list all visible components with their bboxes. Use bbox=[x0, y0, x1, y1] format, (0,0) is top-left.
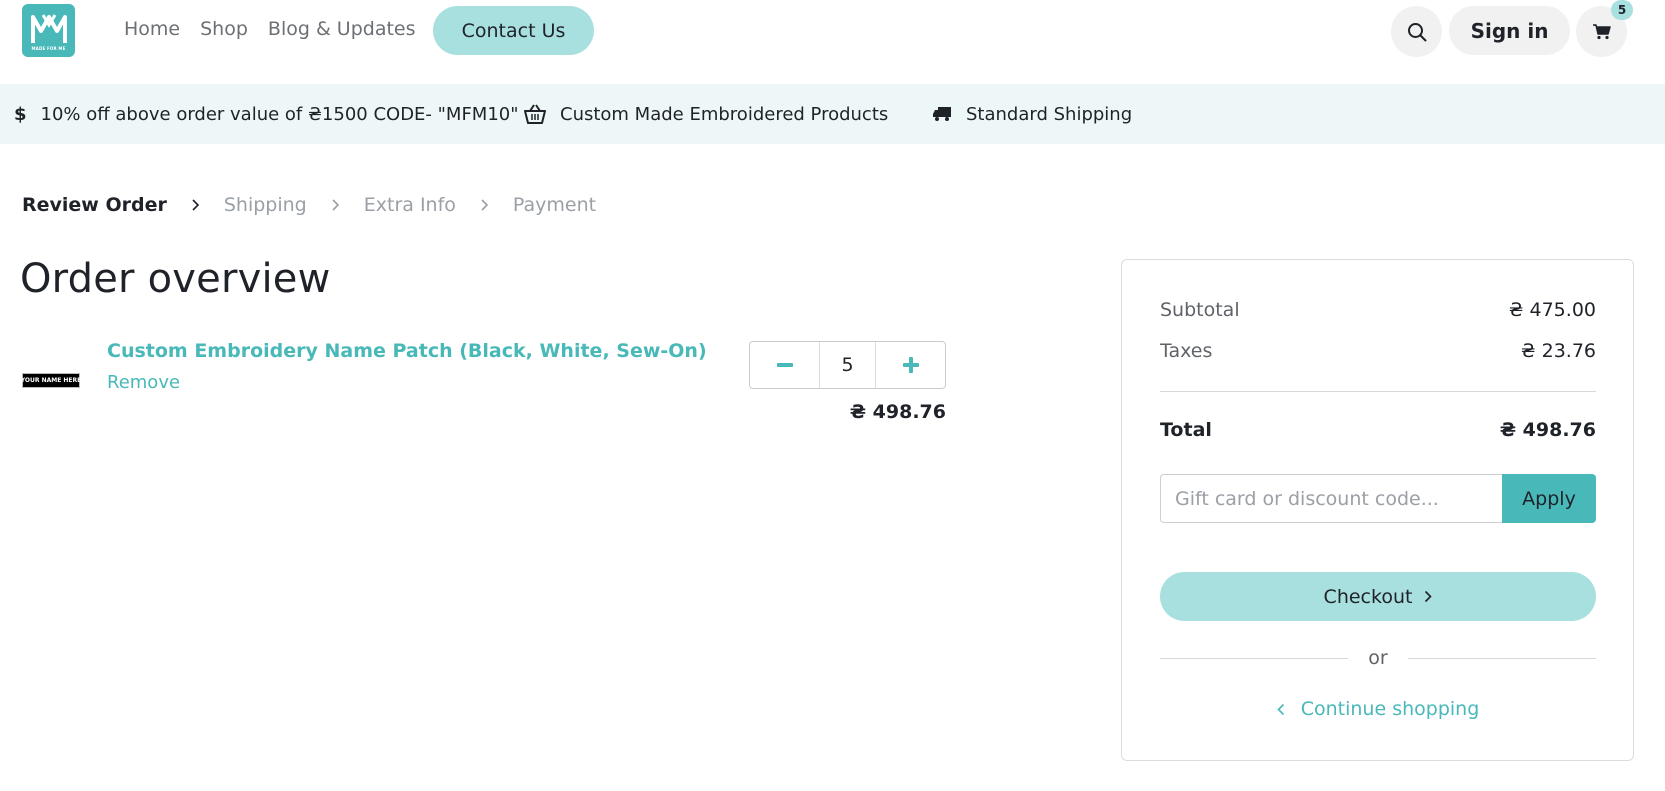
banner-shipping-text: Standard Shipping bbox=[966, 103, 1133, 125]
step-shipping: Shipping bbox=[223, 194, 307, 216]
increase-quantity-button[interactable] bbox=[876, 342, 945, 388]
checkout-label: Checkout bbox=[1323, 585, 1413, 608]
banner-products-text: Custom Made Embroidered Products bbox=[560, 103, 889, 125]
site-header: MADE FOR ME Home Shop Blog & Updates Con… bbox=[0, 0, 1665, 84]
chevron-right-icon bbox=[480, 198, 489, 212]
or-separator: or bbox=[1160, 646, 1596, 670]
banner-discount-text: 10% off above order value of ₴1500 CODE-… bbox=[40, 103, 519, 125]
decrease-quantity-button[interactable] bbox=[750, 342, 819, 388]
main-nav: Home Shop Blog & Updates bbox=[124, 18, 416, 40]
contact-us-button[interactable]: Contact Us bbox=[433, 6, 594, 55]
promo-banner: $ 10% off above order value of ₴1500 COD… bbox=[0, 84, 1665, 144]
nav-blog[interactable]: Blog & Updates bbox=[268, 18, 416, 40]
apply-discount-button[interactable]: Apply bbox=[1502, 474, 1596, 523]
taxes-row: Taxes ₴ 23.76 bbox=[1160, 340, 1596, 362]
taxes-label: Taxes bbox=[1160, 340, 1213, 362]
page-title: Order overview bbox=[20, 256, 331, 302]
taxes-value: ₴ 23.76 bbox=[1520, 340, 1596, 362]
basket-icon bbox=[524, 104, 546, 124]
cart-count-badge: 5 bbox=[1611, 0, 1633, 20]
truck-icon bbox=[933, 107, 951, 121]
plus-icon bbox=[902, 357, 919, 373]
step-extra-info: Extra Info bbox=[363, 194, 456, 216]
continue-shopping-link[interactable]: Continue shopping bbox=[1160, 698, 1596, 720]
or-label: or bbox=[1368, 647, 1388, 669]
chevron-left-icon bbox=[1277, 703, 1284, 715]
logo-mark-icon bbox=[30, 13, 67, 43]
step-review-order[interactable]: Review Order bbox=[22, 194, 167, 216]
search-icon bbox=[1407, 22, 1426, 41]
discount-code-input[interactable] bbox=[1160, 474, 1502, 523]
brand-logo[interactable]: MADE FOR ME bbox=[22, 4, 75, 57]
quantity-input[interactable]: 5 bbox=[819, 342, 876, 388]
subtotal-label: Subtotal bbox=[1160, 299, 1240, 321]
nav-shop[interactable]: Shop bbox=[200, 18, 248, 40]
remove-item-link[interactable]: Remove bbox=[107, 372, 180, 393]
quantity-stepper: 5 bbox=[749, 341, 946, 389]
discount-form: Apply bbox=[1160, 474, 1596, 523]
banner-discount: $ 10% off above order value of ₴1500 COD… bbox=[14, 84, 519, 144]
total-row: Total ₴ 498.76 bbox=[1160, 419, 1596, 441]
subtotal-value: ₴ 475.00 bbox=[1508, 299, 1596, 321]
product-name-link[interactable]: Custom Embroidery Name Patch (Black, Whi… bbox=[107, 340, 707, 362]
sign-in-button[interactable]: Sign in bbox=[1449, 6, 1570, 55]
chevron-right-icon bbox=[1425, 590, 1433, 603]
line-item-price: ₴ 498.76 bbox=[849, 401, 946, 423]
nav-home[interactable]: Home bbox=[124, 18, 180, 40]
or-line-left bbox=[1160, 657, 1349, 659]
dollar-icon: $ bbox=[14, 103, 27, 125]
chevron-right-icon bbox=[191, 198, 200, 212]
chevron-right-icon bbox=[331, 198, 340, 212]
checkout-steps: Review Order Shipping Extra Info Payment bbox=[22, 194, 596, 216]
continue-shopping-label: Continue shopping bbox=[1300, 698, 1480, 720]
order-summary-card: Subtotal ₴ 475.00 Taxes ₴ 23.76 Total ₴ … bbox=[1121, 259, 1634, 761]
minus-icon bbox=[776, 363, 793, 367]
or-line-right bbox=[1407, 657, 1596, 659]
total-label: Total bbox=[1160, 419, 1212, 441]
summary-divider bbox=[1160, 391, 1596, 392]
logo-text: MADE FOR ME bbox=[31, 45, 66, 51]
product-thumbnail[interactable]: YOUR NAME HERE bbox=[21, 373, 81, 388]
banner-products: Custom Made Embroidered Products bbox=[524, 84, 888, 144]
step-payment: Payment bbox=[512, 194, 597, 216]
cart-icon bbox=[1592, 23, 1611, 39]
checkout-button[interactable]: Checkout bbox=[1160, 572, 1596, 621]
banner-shipping: Standard Shipping bbox=[932, 84, 1132, 144]
total-value: ₴ 498.76 bbox=[1499, 419, 1596, 441]
search-button[interactable] bbox=[1391, 6, 1442, 57]
subtotal-row: Subtotal ₴ 475.00 bbox=[1160, 299, 1596, 321]
